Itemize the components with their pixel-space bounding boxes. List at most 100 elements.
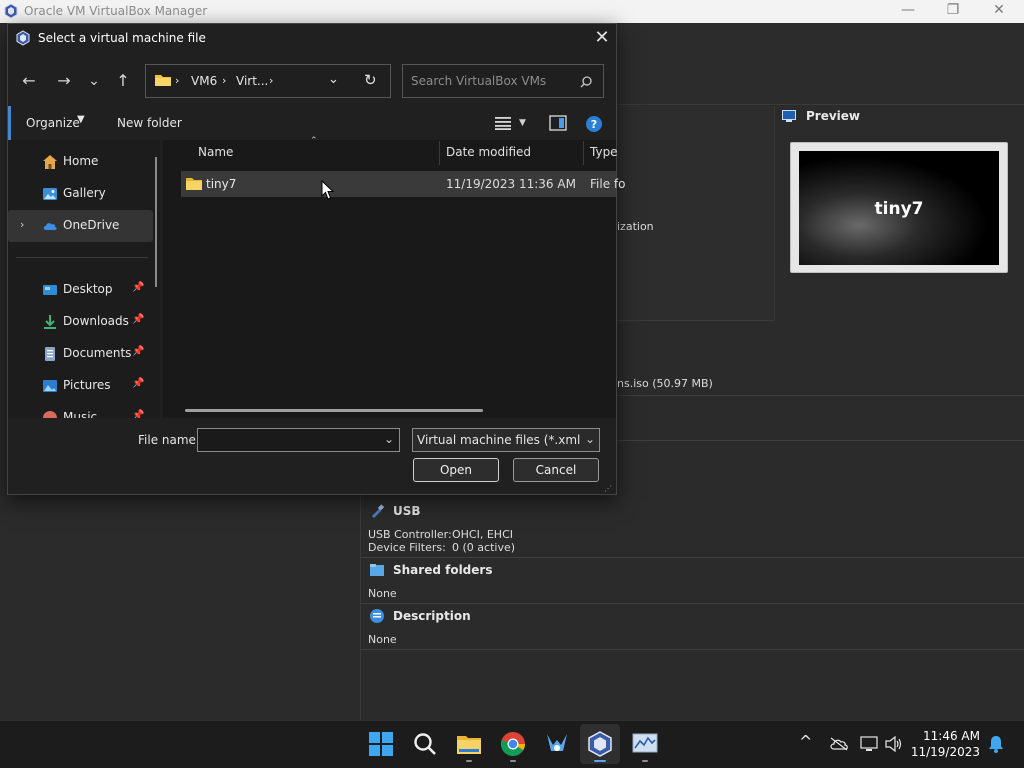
column-separator[interactable] [439, 141, 440, 165]
network-icon[interactable] [860, 736, 878, 752]
nav-label-desktop: Desktop [63, 282, 113, 296]
nav-item-music[interactable]: Music 📌 [8, 402, 153, 418]
documents-icon [45, 347, 55, 361]
dialog-close-button[interactable]: ✕ [588, 26, 616, 50]
column-header-date-modified[interactable]: Date modified [446, 145, 531, 159]
breadcrumb-vm6[interactable]: VM6 [191, 74, 217, 88]
breadcrumb-virt[interactable]: Virt... [236, 74, 268, 88]
divider [361, 649, 1024, 650]
organize-chevron-icon: ▼ [77, 114, 85, 125]
nav-item-onedrive[interactable]: › OneDrive [8, 210, 153, 242]
usb-icon [372, 504, 385, 518]
nav-label-documents: Documents [63, 346, 132, 360]
back-button[interactable]: ← [17, 70, 41, 92]
usb-header[interactable]: USB [393, 504, 421, 518]
new-folder-button[interactable]: New folder [117, 116, 182, 130]
description-header[interactable]: Description [393, 609, 471, 623]
file-list-horizontal-scrollbar[interactable] [185, 409, 483, 412]
preview-pane-icon[interactable] [549, 115, 567, 131]
folder-icon [155, 75, 171, 86]
sort-arrow-icon: ⌃ [310, 136, 318, 146]
download-icon [44, 315, 56, 329]
window-close-button[interactable]: ✕ [976, 2, 1022, 22]
nav-pane-scrollbar[interactable] [155, 157, 157, 287]
nav-item-desktop[interactable]: Desktop 📌 [8, 274, 153, 306]
file-name-dropdown-chevron-icon[interactable]: ⌄ [384, 432, 394, 446]
pin-icon: 📌 [132, 410, 145, 418]
shared-folder-icon [370, 564, 384, 576]
acceleration-partial-text: ization [617, 220, 654, 233]
column-header-name[interactable]: Name [198, 145, 233, 159]
nav-item-downloads[interactable]: Downloads 📌 [8, 306, 153, 338]
file-row[interactable]: tiny7 11/19/2023 11:36 AM File fo [181, 171, 625, 197]
divider [617, 440, 1024, 441]
column-header-type[interactable]: Type [590, 145, 618, 159]
nav-label-home: Home [63, 154, 99, 168]
storage-iso-partial-text: ns.iso (50.97 MB) [617, 377, 713, 390]
minimize-button[interactable]: — [885, 2, 931, 22]
vbox-toolbar [617, 23, 1024, 105]
nav-label-downloads: Downloads [63, 314, 129, 328]
shared-folders-value: None [368, 587, 397, 600]
address-bar[interactable]: › VM6 › Virt... › ⌄ ↻ [145, 64, 391, 98]
clock-date[interactable]: 11/19/2023 [900, 745, 980, 759]
monitor-icon [782, 110, 796, 122]
view-options-icon[interactable] [495, 116, 511, 130]
maximize-button[interactable]: ❐ [930, 2, 976, 22]
recent-locations-button[interactable]: ⌄ [82, 70, 106, 92]
pictures-icon [43, 380, 57, 392]
app-icon[interactable] [544, 731, 570, 757]
nav-item-pictures[interactable]: Pictures 📌 [8, 370, 153, 402]
virtualbox-icon[interactable] [587, 731, 613, 757]
preview-header: Preview [806, 109, 861, 123]
view-chevron-icon[interactable]: ▼ [519, 118, 526, 128]
notification-bell-icon[interactable] [988, 735, 1004, 753]
organize-button[interactable]: Organize [26, 116, 80, 130]
help-icon[interactable]: ? [585, 115, 603, 133]
virtualbox-logo-icon [4, 3, 18, 19]
desktop-icon [43, 285, 57, 295]
dialog-title: Select a virtual machine file [38, 31, 206, 45]
nav-item-gallery[interactable]: Gallery [8, 178, 153, 210]
file-name-combobox[interactable]: ⌄ [197, 428, 400, 452]
chrome-icon[interactable] [500, 731, 526, 757]
pin-icon: 📌 [132, 314, 145, 325]
expand-chevron-icon[interactable]: › [20, 218, 24, 231]
active-indicator [594, 760, 606, 762]
description-value: None [368, 633, 397, 646]
general-details-panel [617, 106, 775, 321]
start-icon[interactable] [368, 731, 394, 757]
search-input[interactable] [411, 71, 571, 91]
open-button[interactable]: Open [413, 458, 499, 482]
file-explorer-icon[interactable] [456, 731, 482, 757]
tray-overflow-chevron-icon[interactable]: ^ [799, 732, 812, 751]
search-icon [580, 76, 592, 88]
cancel-button[interactable]: Cancel [513, 458, 599, 482]
up-button[interactable]: ↑ [111, 70, 135, 92]
address-history-chevron-icon[interactable]: ⌄ [328, 72, 339, 87]
breadcrumb-separator: › [175, 74, 180, 87]
usb-controller-value: OHCI, EHCI [452, 528, 513, 541]
nav-label-pictures: Pictures [63, 378, 111, 392]
clock-time[interactable]: 11:46 AM [900, 729, 980, 743]
search-box[interactable] [402, 64, 604, 98]
cloud-offline-icon[interactable] [829, 737, 849, 751]
refresh-button[interactable]: ↻ [364, 71, 377, 89]
divider [361, 603, 1024, 604]
mouse-cursor-icon [321, 180, 335, 200]
shared-folders-header[interactable]: Shared folders [393, 563, 492, 577]
file-type-chevron-icon[interactable]: ⌄ [585, 432, 595, 446]
breadcrumb-separator: › [269, 74, 274, 87]
column-separator[interactable] [583, 141, 584, 165]
nav-item-home[interactable]: Home [8, 146, 153, 178]
forward-button[interactable]: → [52, 70, 76, 92]
nav-item-documents[interactable]: Documents 📌 [8, 338, 153, 370]
search-icon[interactable] [412, 731, 438, 757]
running-indicator [510, 760, 516, 762]
pin-icon: 📌 [132, 378, 145, 389]
resource-monitor-icon[interactable] [632, 731, 658, 757]
resize-grip-icon[interactable]: ⋰ [604, 484, 612, 493]
usb-filters-label: Device Filters: [368, 541, 446, 554]
usb-filters-value: 0 (0 active) [452, 541, 516, 554]
file-type-dropdown[interactable]: Virtual machine files (*.xml *.vb ⌄ [412, 428, 600, 452]
